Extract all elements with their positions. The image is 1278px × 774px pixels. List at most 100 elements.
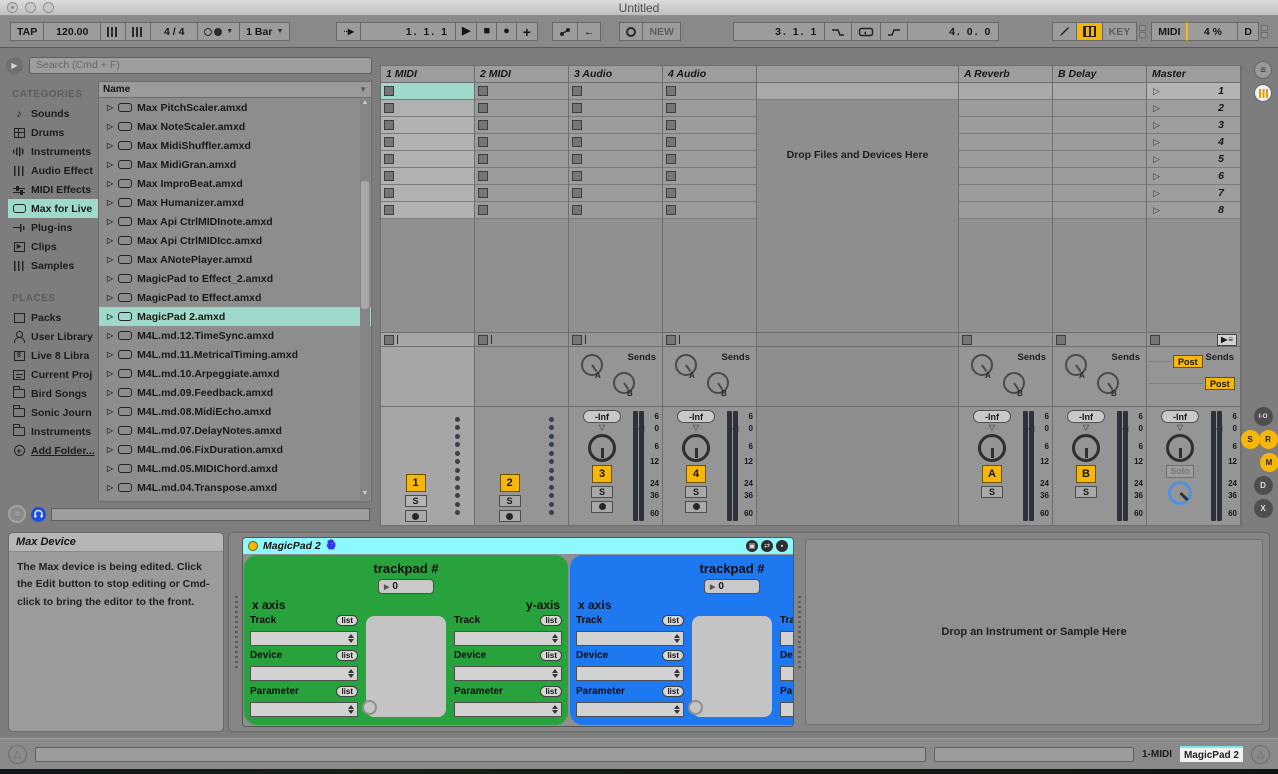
volume-display[interactable]: -Inf xyxy=(583,410,621,423)
sidebar-item-max-for-live[interactable]: Max for Live xyxy=(8,199,98,218)
hot-swap-device-icon[interactable]: ⇄ xyxy=(761,540,773,552)
sends-section-toggle[interactable]: S xyxy=(1241,430,1260,449)
disclosure-triangle-icon[interactable]: ▷ xyxy=(107,103,113,112)
clip-slot[interactable] xyxy=(663,117,756,134)
clip-slot[interactable] xyxy=(475,185,568,202)
tempo-field[interactable]: 120.00 xyxy=(43,22,101,41)
metronome-button[interactable]: ▼ xyxy=(197,22,240,41)
track-activator-button[interactable]: A xyxy=(982,465,1002,483)
file-row[interactable]: ▷M4L.md.10.Arpeggiate.amxd xyxy=(99,364,371,383)
overview-button[interactable] xyxy=(1254,84,1272,102)
solo-button[interactable]: S xyxy=(981,486,1003,498)
track-select[interactable] xyxy=(250,631,358,646)
scene-4[interactable]: ▷4 xyxy=(1147,134,1240,151)
file-row[interactable]: ▷M4L.md.07.DelayNotes.amxd xyxy=(99,421,371,440)
stepper-arrows-icon[interactable] xyxy=(674,705,680,714)
track-title-empty[interactable] xyxy=(757,66,958,83)
clip-slot[interactable] xyxy=(381,202,474,219)
send-a-post-button[interactable]: Post xyxy=(1173,355,1203,368)
file-row[interactable]: ▷M4L.md.12.TimeSync.amxd xyxy=(99,326,371,345)
sidebar-item-clips[interactable]: ▶Clips xyxy=(8,237,98,256)
send-b-post-button[interactable]: Post xyxy=(1205,377,1235,390)
disclosure-triangle-icon[interactable]: ▷ xyxy=(107,160,113,169)
sort-arrow-icon[interactable]: ▼ xyxy=(359,85,367,94)
volume-display[interactable]: -Inf xyxy=(973,410,1011,423)
parameter-select[interactable] xyxy=(780,702,794,717)
list-button[interactable]: list xyxy=(336,686,358,697)
scene-launch-icon[interactable]: ▷ xyxy=(1153,103,1160,114)
solo-button[interactable]: S xyxy=(1075,486,1097,498)
track-delay-toggle[interactable]: D xyxy=(1254,476,1273,495)
stepper-arrows-icon[interactable] xyxy=(348,634,354,643)
scene-launch-icon[interactable]: ▷ xyxy=(1153,86,1160,97)
sidebar-item-plug-ins[interactable]: Plug-ins xyxy=(8,218,98,237)
list-button[interactable]: list xyxy=(540,650,562,661)
current-device-chip[interactable]: MagicPad 2 xyxy=(1180,746,1243,762)
show-info-toggle[interactable]: △ xyxy=(8,745,27,764)
trackpad-cursor[interactable] xyxy=(362,700,377,715)
device-select[interactable] xyxy=(780,666,794,681)
max-edit-button[interactable]: ▣ xyxy=(746,540,758,552)
sidebar-item-bird-songs[interactable]: Bird Songs xyxy=(8,384,98,403)
file-row[interactable]: ▷MagicPad 2.amxd xyxy=(99,307,371,326)
clip-slot[interactable] xyxy=(1053,151,1146,168)
clip-slot[interactable] xyxy=(959,151,1052,168)
solo-button[interactable]: S xyxy=(685,486,707,498)
overdub-button[interactable]: + xyxy=(516,22,538,41)
pan-arrow-icon[interactable]: ▽ xyxy=(693,426,699,431)
stepper-arrows-icon[interactable] xyxy=(348,669,354,678)
pan-arrow-icon[interactable]: ▽ xyxy=(1177,426,1183,431)
loop-button[interactable] xyxy=(851,22,881,41)
disclosure-triangle-icon[interactable]: ▷ xyxy=(107,293,113,302)
clip-slot[interactable] xyxy=(663,185,756,202)
quantization-menu[interactable]: 1 Bar▼ xyxy=(239,22,290,41)
list-button[interactable]: list xyxy=(662,650,684,661)
io-section-toggle[interactable]: I-O xyxy=(1254,407,1273,426)
clip-slot[interactable] xyxy=(381,117,474,134)
scene-5[interactable]: ▷5 xyxy=(1147,151,1240,168)
sidebar-item-instruments[interactable]: Instruments xyxy=(8,422,98,441)
returns-section-toggle[interactable]: R xyxy=(1259,430,1278,449)
volume-knob[interactable] xyxy=(1166,434,1194,462)
clip-slot[interactable] xyxy=(569,168,662,185)
nudge-up-button[interactable] xyxy=(125,22,151,41)
disclosure-triangle-icon[interactable]: ▷ xyxy=(107,407,113,416)
clip-stop-row[interactable]: ▶≡ xyxy=(1147,332,1240,347)
clip-slot[interactable] xyxy=(381,83,474,100)
crossfader-toggle[interactable]: X xyxy=(1254,499,1273,518)
track-title-1-midi[interactable]: 1 MIDI xyxy=(381,66,474,83)
scene-launch-icon[interactable]: ▷ xyxy=(1153,137,1160,148)
file-row[interactable]: ▷Max ImproBeat.amxd xyxy=(99,174,371,193)
draw-mode-button[interactable] xyxy=(1052,22,1077,41)
list-button[interactable]: list xyxy=(662,686,684,697)
follow-button[interactable]: ∙∙▶ xyxy=(336,22,361,41)
track-title-4-audio[interactable]: 4 Audio xyxy=(663,66,756,83)
record-button[interactable]: ● xyxy=(496,22,517,41)
clip-slot[interactable] xyxy=(1053,202,1146,219)
list-button[interactable]: list xyxy=(540,615,562,626)
instrument-drop-area[interactable]: Drop an Instrument or Sample Here xyxy=(805,539,1263,725)
clip-slot[interactable] xyxy=(475,202,568,219)
arrangement-position-field[interactable]: 1. 1. 1 xyxy=(360,22,456,41)
disclosure-triangle-icon[interactable]: ▷ xyxy=(107,445,113,454)
disclosure-triangle-icon[interactable]: ▷ xyxy=(107,179,113,188)
file-row[interactable]: ▷Max Humanizer.amxd xyxy=(99,193,371,212)
automation-arm-button[interactable] xyxy=(552,22,578,41)
clip-slot[interactable] xyxy=(663,100,756,117)
device-on-icon[interactable] xyxy=(248,541,258,551)
volume-display[interactable]: -Inf xyxy=(1161,410,1199,423)
clip-slot[interactable] xyxy=(959,202,1052,219)
sidebar-item-samples[interactable]: Samples xyxy=(8,256,98,275)
arm-record-button[interactable] xyxy=(685,501,707,513)
new-scene-button[interactable]: NEW xyxy=(642,22,681,41)
track-title-2-midi[interactable]: 2 MIDI xyxy=(475,66,568,83)
scroll-down-icon[interactable]: ▼ xyxy=(360,490,370,500)
clip-slot[interactable] xyxy=(1053,168,1146,185)
clip-slot[interactable] xyxy=(1053,100,1146,117)
sidebar-item-packs[interactable]: Packs xyxy=(8,308,98,327)
save-preset-icon[interactable]: ▪ xyxy=(776,540,788,552)
clip-slot[interactable] xyxy=(663,151,756,168)
pan-arrow-icon[interactable]: ▽ xyxy=(989,426,995,431)
parameter-select[interactable] xyxy=(576,702,684,717)
device-select[interactable] xyxy=(576,666,684,681)
